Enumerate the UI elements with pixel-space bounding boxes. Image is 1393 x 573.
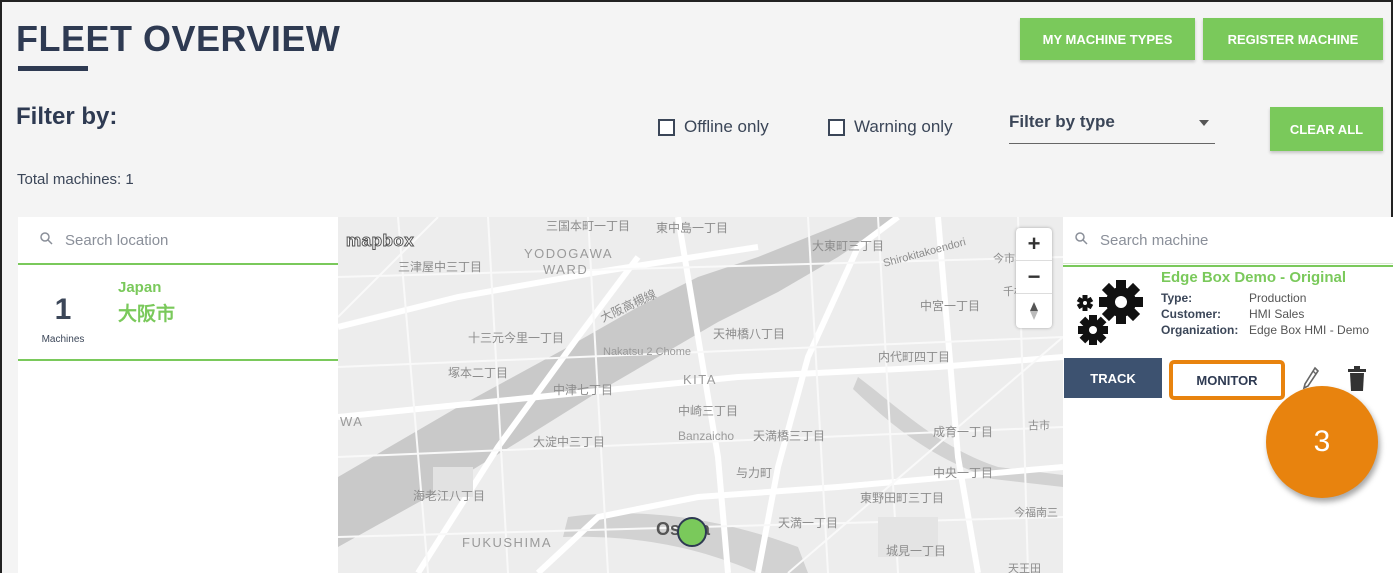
map-label: 十三元今里一丁目 (468, 331, 565, 345)
offline-only-label: Offline only (684, 117, 769, 136)
map-label: 古市 (1028, 420, 1050, 432)
map-label: 内代町四丁目 (878, 350, 951, 364)
register-machine-button[interactable]: REGISTER MACHINE (1203, 18, 1383, 60)
machine-search[interactable]: Search machine (1063, 217, 1393, 264)
machine-customer-row: Customer: HMI Sales (1161, 307, 1304, 321)
warning-only-label: Warning only (854, 117, 953, 136)
mapbox-logo: mapbox (345, 231, 415, 251)
map-label: 天神橋八丁目 (713, 327, 786, 341)
filter-by-type-select[interactable]: Filter by type (1009, 112, 1215, 144)
map-label: 中津七丁目 (553, 383, 614, 397)
map-label: 大淀中三丁目 (533, 435, 606, 449)
map-label: 塚本二丁目 (448, 366, 509, 380)
map-label: YODOGAWA (524, 246, 614, 261)
filter-by-type-label: Filter by type (1009, 112, 1115, 131)
map-label: 海老江八丁目 (413, 489, 486, 503)
warning-only-checkbox[interactable] (828, 118, 845, 136)
step-number-badge: 3 (1266, 386, 1378, 498)
compass-icon[interactable] (1016, 294, 1052, 327)
offline-only-filter[interactable]: Offline only (658, 117, 769, 137)
machine-location-marker[interactable] (677, 517, 707, 547)
zoom-in-button[interactable]: + (1016, 228, 1052, 261)
total-machines: Total machines: 1 (17, 171, 134, 188)
title-underline (18, 66, 88, 71)
machine-customer-value: HMI Sales (1249, 307, 1305, 321)
map-label: Nakatsu 2 Chome (603, 346, 692, 358)
track-button[interactable]: TRACK (1064, 358, 1162, 398)
machine-search-placeholder: Search machine (1100, 231, 1209, 249)
location-machine-count: 1 (54, 293, 72, 326)
machine-customer-key: Customer: (1161, 307, 1222, 321)
map-zoom-control: + − (1016, 228, 1052, 328)
warning-only-filter[interactable]: Warning only (828, 117, 953, 137)
map-label: 城見一丁目 (886, 544, 947, 558)
location-city: 大阪市 (118, 303, 176, 325)
location-panel: Search location 1 Machines Japan 大阪市 (18, 217, 338, 573)
filter-heading: Filter by: (16, 103, 118, 130)
map-label: 成育一丁目 (933, 425, 994, 439)
map-label: 天満橋三丁目 (753, 429, 826, 443)
page-title: FLEET OVERVIEW (16, 18, 341, 59)
clear-all-button[interactable]: CLEAR ALL (1270, 107, 1383, 151)
location-machine-count-label: Machines (41, 334, 85, 345)
map-label: 与力町 (736, 466, 773, 480)
offline-only-checkbox[interactable] (658, 118, 675, 136)
machine-organization-row: Organization: Edge Box HMI - Demo (1161, 323, 1369, 337)
map-label: 中宮一丁目 (920, 299, 981, 313)
caret-down-icon (1199, 120, 1209, 126)
map-label: 中央一丁目 (933, 466, 994, 480)
map-label: KITA (683, 372, 717, 387)
delete-trash-icon[interactable] (1347, 366, 1367, 397)
machine-type-key: Type: (1161, 291, 1193, 305)
map-label: 大東町三丁目 (812, 239, 885, 253)
map-label: 東中島一丁目 (656, 221, 729, 235)
gears-icon (1071, 275, 1151, 360)
map-label: 三津屋中三丁目 (398, 260, 483, 274)
location-list-item[interactable]: 1 Machines Japan 大阪市 (18, 263, 338, 361)
map-label: 天満一丁目 (778, 516, 839, 530)
map-label: 天王田 (1008, 563, 1041, 573)
zoom-out-button[interactable]: − (1016, 261, 1052, 294)
my-machine-types-button[interactable]: MY MACHINE TYPES (1020, 18, 1195, 60)
map-label: Banzaicho (678, 429, 735, 443)
location-country: Japan (118, 279, 162, 296)
machine-type-value: Production (1249, 291, 1307, 305)
machine-organization-value: Edge Box HMI - Demo (1249, 323, 1370, 337)
machine-name[interactable]: Edge Box Demo - Original (1161, 269, 1346, 286)
map-label: FUKUSHIMA (462, 535, 553, 550)
map-label: WA (340, 414, 364, 429)
map-view[interactable]: mapbox 三国本町一丁目 東中島一丁目 YODOGAWA WARD 三津屋中… (338, 217, 1063, 573)
monitor-button[interactable]: MONITOR (1169, 360, 1285, 400)
map-label: WARD (543, 262, 589, 277)
search-icon (1075, 232, 1088, 248)
map-label: 今福南三 (1014, 507, 1058, 519)
map-label: 今市 (993, 253, 1015, 265)
map-label: 中崎三丁目 (678, 404, 739, 418)
map-label: 三国本町一丁目 (546, 219, 631, 233)
location-search-placeholder: Search location (65, 231, 169, 249)
machine-card[interactable]: Edge Box Demo - Original Type: Production… (1063, 265, 1393, 355)
location-search[interactable]: Search location (18, 217, 338, 264)
search-icon (40, 232, 53, 248)
map-label: 東野田町三丁目 (860, 491, 945, 505)
machine-type-row: Type: Production (1161, 291, 1306, 305)
machine-organization-key: Organization: (1161, 323, 1239, 337)
